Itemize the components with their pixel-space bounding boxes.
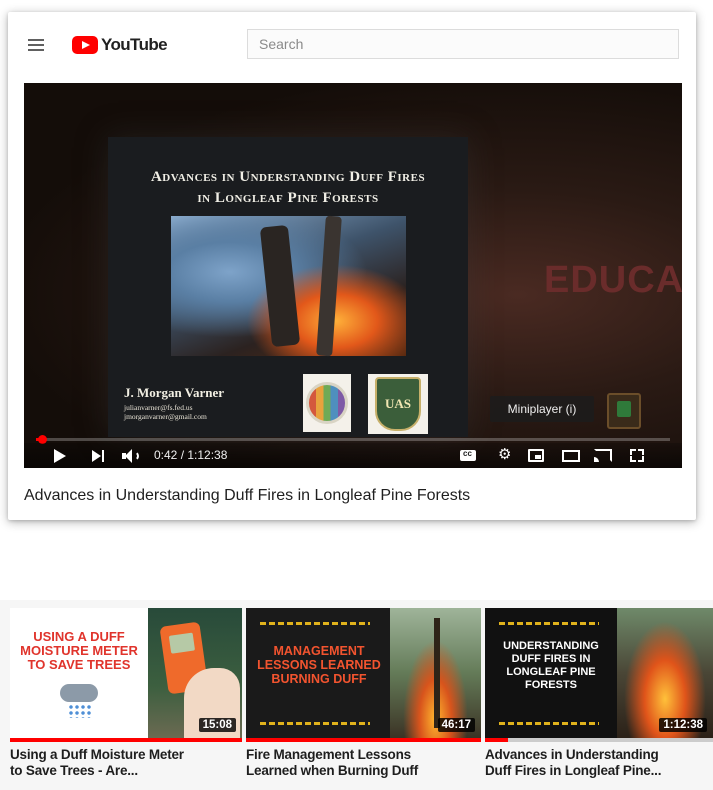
duration-badge: 1:12:38 <box>659 718 707 732</box>
video-player[interactable]: EDUCA Advances in Understanding Duff Fir… <box>24 83 682 468</box>
youtube-play-icon <box>72 36 98 54</box>
next-icon[interactable] <box>92 450 106 462</box>
slide-author: J. Morgan Varner <box>124 385 225 400</box>
title-line-1: Using a Duff Moisture Meter <box>10 747 184 762</box>
slide-logo-seal <box>303 374 351 432</box>
slide-title-line1: Advances in Understanding Duff Fires <box>150 169 426 185</box>
recommended-video-3[interactable]: Understanding Duff Fires in Longleaf Pin… <box>485 608 713 790</box>
slide-email-1: julianvarner@fs.fed.us <box>124 403 193 412</box>
title-line-1: Fire Management Lessons <box>246 747 411 762</box>
slide-fire-photo <box>171 215 406 357</box>
watched-progress-bar <box>10 738 242 742</box>
player-controls: 0:42 / 1:12:38 ⚙ <box>24 443 682 468</box>
title-line-2: Duff Fires in Longleaf Pine... <box>485 763 662 778</box>
video-title[interactable]: Advances in Understanding Duff Fires in … <box>24 487 470 505</box>
youtube-card: YouTube Search EDUCA Advances in Underst… <box>8 12 696 520</box>
fullscreen-icon[interactable] <box>630 449 644 462</box>
background-sign-text: EDUCA <box>544 259 682 301</box>
slide-title: Advances in Understanding Duff Fires in … <box>118 167 458 209</box>
watched-progress-bar <box>246 738 481 742</box>
recommended-video-title[interactable]: Fire Management Lessons Learned when Bur… <box>246 747 481 779</box>
slide-title-line2: in Longleaf Pine Forests <box>197 190 379 206</box>
rain-drops-icon <box>68 704 92 718</box>
slide-logo-shield: UAS <box>368 374 428 434</box>
youtube-logo[interactable]: YouTube <box>72 34 168 56</box>
theater-mode-icon[interactable] <box>562 450 580 462</box>
volume-icon[interactable] <box>122 449 140 463</box>
watched-progress-bar <box>485 738 713 742</box>
rain-cloud-icon <box>60 684 98 702</box>
play-icon[interactable] <box>54 449 66 463</box>
progress-bar[interactable] <box>36 435 670 444</box>
presentation-slide: Advances in Understanding Duff Fires in … <box>108 137 468 437</box>
search-input[interactable]: Search <box>247 29 679 59</box>
title-line-2: to Save Trees - Are... <box>10 763 138 778</box>
slide-email-2: jmorganvarner@gmail.com <box>124 412 207 421</box>
miniplayer-tooltip: Miniplayer (i) <box>490 396 594 422</box>
duration-badge: 15:08 <box>198 718 236 732</box>
recommended-video-title[interactable]: Using a Duff Moisture Meter to Save Tree… <box>10 747 242 779</box>
logo-text: YouTube <box>101 35 168 54</box>
recommended-video-2[interactable]: Management Lessons Learned Burning Duff … <box>246 608 481 790</box>
recommended-video-1[interactable]: Using a Duff Moisture Meter to Save Tree… <box>10 608 242 790</box>
slide-emails: julianvarner@fs.fed.us jmorganvarner@gma… <box>124 403 207 421</box>
hamburger-menu-icon[interactable] <box>28 39 44 51</box>
masthead: YouTube Search <box>8 12 696 74</box>
thumbnail-text: Management Lessons Learned Burning Duff <box>257 644 381 686</box>
video-thumbnail[interactable]: Using a Duff Moisture Meter to Save Tree… <box>10 608 242 738</box>
settings-gear-icon[interactable]: ⚙ <box>498 447 512 462</box>
time-display: 0:42 / 1:12:38 <box>154 448 228 462</box>
channel-watermark-icon[interactable] <box>607 393 641 429</box>
title-line-2: Learned when Burning Duff <box>246 763 418 778</box>
thumbnail-text: Understanding Duff Fires in Longleaf Pin… <box>503 640 599 691</box>
cast-icon[interactable] <box>594 449 612 462</box>
video-thumbnail[interactable]: Understanding Duff Fires in Longleaf Pin… <box>485 608 713 738</box>
duration-badge: 46:17 <box>437 718 475 732</box>
slide-logo-shield-text: UAS <box>375 377 421 431</box>
title-line-1: Advances in Understanding <box>485 747 659 762</box>
thumbnail-text: Using a Duff Moisture Meter to Save Tree… <box>20 629 138 672</box>
video-thumbnail[interactable]: Management Lessons Learned Burning Duff … <box>246 608 481 738</box>
miniplayer-icon[interactable] <box>528 449 544 462</box>
subtitles-icon[interactable] <box>460 449 476 461</box>
recommended-video-title[interactable]: Advances in Understanding Duff Fires in … <box>485 747 713 779</box>
